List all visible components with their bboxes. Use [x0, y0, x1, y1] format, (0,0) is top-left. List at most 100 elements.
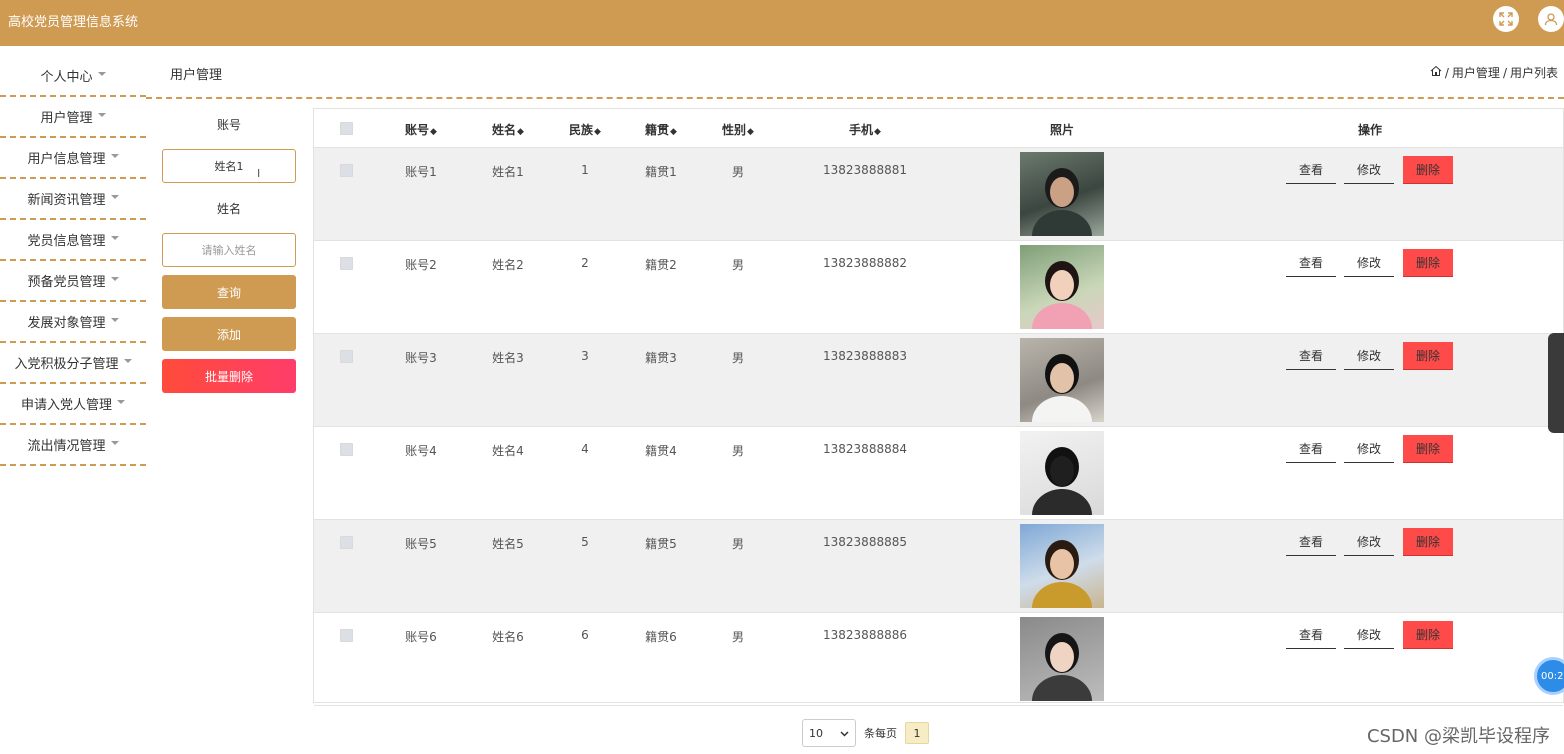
row-checkbox[interactable]: [340, 350, 353, 363]
cell-ethnicity: 5: [581, 535, 589, 549]
column-header-origin[interactable]: 籍贯◆: [645, 121, 677, 138]
sidebar-item-label: 流出情况管理: [27, 439, 106, 454]
fullscreen-icon[interactable]: [1493, 6, 1519, 32]
row-checkbox[interactable]: [340, 443, 353, 456]
home-icon[interactable]: [1430, 65, 1442, 80]
sidebar-item[interactable]: 党员信息管理: [0, 220, 146, 261]
view-button[interactable]: 查看: [1286, 342, 1336, 370]
sidebar-item-label: 发展对象管理: [27, 316, 106, 331]
page-size-select[interactable]: 10: [802, 719, 856, 747]
account-input-value: 姓名1: [214, 160, 244, 173]
sidebar-item-label: 新闻资讯管理: [27, 193, 106, 208]
edit-button[interactable]: 修改: [1344, 249, 1394, 277]
caret-down-icon: [110, 235, 119, 240]
column-header-ethnicity[interactable]: 民族◆: [569, 121, 601, 138]
sort-icon: ◆: [517, 127, 524, 137]
cell-phone: 13823888882: [823, 256, 907, 270]
cell-account: 账号5: [405, 537, 437, 551]
cell-phone: 13823888886: [823, 628, 907, 642]
delete-button[interactable]: 删除: [1403, 621, 1453, 649]
cell-account: 账号3: [405, 351, 437, 365]
cell-name: 姓名3: [492, 351, 524, 365]
view-button[interactable]: 查看: [1286, 528, 1336, 556]
row-checkbox[interactable]: [340, 257, 353, 270]
sidebar-item[interactable]: 流出情况管理: [0, 425, 146, 466]
page-number-current[interactable]: 1: [905, 722, 929, 744]
cell-account: 账号6: [405, 630, 437, 644]
sidebar-item-label: 党员信息管理: [27, 234, 106, 249]
breadcrumb-item[interactable]: 用户管理: [1452, 64, 1500, 81]
edit-button[interactable]: 修改: [1344, 156, 1394, 184]
edit-button[interactable]: 修改: [1344, 435, 1394, 463]
column-header-actions: 操作: [1357, 123, 1383, 137]
column-header-gender[interactable]: 性别◆: [722, 121, 754, 138]
row-checkbox[interactable]: [340, 164, 353, 177]
per-page-label: 条每页: [864, 727, 897, 740]
sidebar-item-label: 预备党员管理: [27, 275, 106, 290]
cell-origin: 籍贯6: [645, 630, 677, 644]
column-header-photo: 照片: [1049, 123, 1075, 137]
cell-account: 账号4: [405, 444, 437, 458]
view-button[interactable]: 查看: [1286, 249, 1336, 277]
sidebar-item[interactable]: 用户管理: [0, 97, 146, 138]
sidebar-item[interactable]: 发展对象管理: [0, 302, 146, 343]
cell-gender: 男: [731, 351, 745, 365]
sidebar: 个人中心 用户管理 用户信息管理新闻资讯管理 党员信息管理 预备党员管理 发展对象管理 入党…: [0, 56, 146, 466]
sidebar-item[interactable]: 用户信息管理: [0, 138, 146, 179]
view-button[interactable]: 查看: [1286, 621, 1336, 649]
sidebar-item[interactable]: 预备党员管理: [0, 261, 146, 302]
column-header-name[interactable]: 姓名◆: [492, 121, 524, 138]
column-header-account[interactable]: 账号◆: [405, 121, 437, 138]
cell-ethnicity: 2: [581, 256, 589, 270]
breadcrumb: / 用户管理 / 用户列表: [1430, 64, 1558, 81]
side-scroll-handle[interactable]: [1548, 333, 1564, 433]
delete-button[interactable]: 删除: [1403, 156, 1453, 184]
sidebar-item[interactable]: 个人中心: [0, 56, 146, 97]
cell-name: 姓名5: [492, 537, 524, 551]
row-checkbox[interactable]: [340, 629, 353, 642]
select-all-checkbox[interactable]: [340, 122, 353, 135]
view-button[interactable]: 查看: [1286, 156, 1336, 184]
edit-button[interactable]: 修改: [1344, 342, 1394, 370]
delete-button[interactable]: 删除: [1403, 342, 1453, 370]
row-checkbox[interactable]: [340, 536, 353, 549]
cell-phone: 13823888881: [823, 163, 907, 177]
cell-phone: 13823888884: [823, 442, 907, 456]
search-button[interactable]: 查询: [162, 275, 296, 309]
add-button[interactable]: 添加: [162, 317, 296, 351]
sidebar-item[interactable]: 新闻资讯管理: [0, 179, 146, 220]
name-label: 姓名: [216, 201, 241, 216]
column-header-phone[interactable]: 手机◆: [849, 121, 881, 138]
sort-icon: ◆: [874, 127, 881, 137]
table-header: 账号◆ 姓名◆ 民族◆ 籍贯◆ 性别◆ 手机◆ 照片 操作: [314, 109, 1563, 148]
cell-name: 姓名6: [492, 630, 524, 644]
delete-button[interactable]: 删除: [1403, 435, 1453, 463]
cell-gender: 男: [731, 630, 745, 644]
sidebar-item-label: 入党积极分子管理: [14, 357, 119, 372]
edit-button[interactable]: 修改: [1344, 528, 1394, 556]
cell-ethnicity: 3: [581, 349, 589, 363]
caret-down-icon: [110, 276, 119, 281]
cell-name: 姓名4: [492, 444, 524, 458]
cell-origin: 籍贯2: [645, 258, 677, 272]
cell-gender: 男: [731, 165, 745, 179]
account-input[interactable]: 姓名1 I: [162, 149, 296, 183]
user-photo: [1020, 431, 1104, 515]
name-input[interactable]: 请输入姓名: [162, 233, 296, 267]
page-size-value: 10: [809, 726, 823, 740]
breadcrumb-item-current: 用户列表: [1509, 66, 1558, 80]
batch-delete-button[interactable]: 批量删除: [162, 359, 296, 393]
table-row: 账号4 姓名4 4 籍贯4 男 13823888884 查看 修改 删除: [314, 427, 1563, 520]
delete-button[interactable]: 删除: [1403, 528, 1453, 556]
view-button[interactable]: 查看: [1286, 435, 1336, 463]
edit-button[interactable]: 修改: [1344, 621, 1394, 649]
cell-origin: 籍贯4: [645, 444, 677, 458]
table-row: 账号3 姓名3 3 籍贯3 男 13823888883 查看 修改 删除: [314, 334, 1563, 427]
sidebar-item[interactable]: 申请入党人管理: [0, 384, 146, 425]
caret-down-icon: [117, 399, 125, 404]
sidebar-item[interactable]: 入党积极分子管理: [0, 343, 146, 384]
user-avatar-icon[interactable]: [1538, 6, 1564, 32]
delete-button[interactable]: 删除: [1403, 249, 1453, 277]
filter-panel: 账号 姓名1 I 姓名 请输入姓名 查询 添加 批量删除: [162, 108, 296, 393]
user-photo: [1020, 152, 1104, 236]
